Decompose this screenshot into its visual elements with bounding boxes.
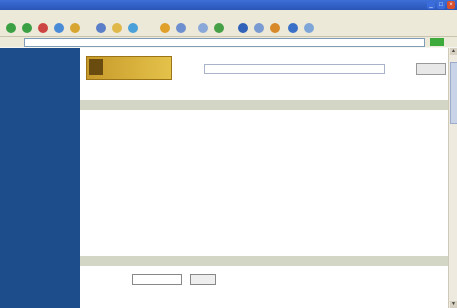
logo[interactable] bbox=[86, 56, 172, 80]
menu-bar bbox=[0, 10, 457, 20]
mail-icon[interactable] bbox=[160, 23, 170, 33]
extra-icon[interactable] bbox=[304, 23, 314, 33]
title-bar: _ □ × bbox=[0, 0, 457, 10]
home-icon[interactable] bbox=[70, 23, 80, 33]
research-icon[interactable] bbox=[254, 23, 264, 33]
address-bar bbox=[0, 37, 457, 47]
vertical-scrollbar[interactable]: ▲ ▼ bbox=[448, 48, 457, 308]
extra-icon[interactable] bbox=[288, 23, 298, 33]
scroll-up-icon[interactable]: ▲ bbox=[450, 48, 457, 55]
browser-window: _ □ × ▲ ▼ bbox=[0, 0, 457, 308]
forward-icon[interactable] bbox=[22, 23, 32, 33]
scroll-down-icon[interactable]: ▼ bbox=[450, 301, 457, 308]
close-button[interactable]: × bbox=[447, 1, 455, 9]
main-content bbox=[80, 48, 448, 308]
stop-icon[interactable] bbox=[38, 23, 48, 33]
results-header-band bbox=[80, 100, 448, 110]
left-navigation bbox=[0, 48, 80, 308]
favorites-icon[interactable] bbox=[112, 23, 122, 33]
go-button[interactable] bbox=[430, 38, 444, 46]
toolbar bbox=[0, 20, 457, 37]
refresh-icon[interactable] bbox=[54, 23, 64, 33]
results-footer-band bbox=[80, 256, 448, 266]
messenger-icon[interactable] bbox=[238, 23, 248, 33]
edit-icon[interactable] bbox=[198, 23, 208, 33]
search-button[interactable] bbox=[416, 63, 446, 75]
scroll-thumb[interactable] bbox=[450, 62, 457, 124]
search-icon[interactable] bbox=[96, 23, 106, 33]
minimize-button[interactable]: _ bbox=[427, 1, 435, 9]
address-input[interactable] bbox=[24, 38, 425, 47]
discuss-icon[interactable] bbox=[214, 23, 224, 33]
back-icon[interactable] bbox=[6, 23, 16, 33]
extra-icon[interactable] bbox=[270, 23, 280, 33]
pager-button[interactable] bbox=[190, 274, 216, 285]
pager-select[interactable] bbox=[132, 274, 182, 285]
history-icon[interactable] bbox=[128, 23, 138, 33]
maximize-button[interactable]: □ bbox=[437, 1, 445, 9]
print-icon[interactable] bbox=[176, 23, 186, 33]
logo-mark-icon bbox=[89, 59, 103, 75]
search-input[interactable] bbox=[204, 64, 385, 74]
